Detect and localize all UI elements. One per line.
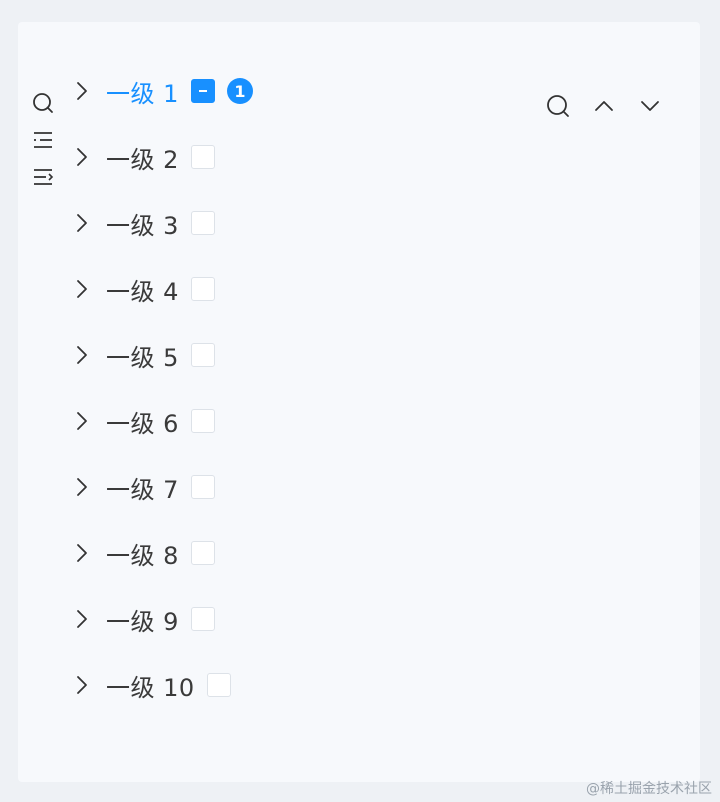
tree-node[interactable]: 一级 2 [74, 124, 253, 190]
count-badge: 1 [226, 78, 253, 104]
chevron-right-icon[interactable] [74, 213, 90, 233]
tree-node[interactable]: 一级 1 1 [74, 58, 253, 124]
tree-node-label: 一级 10 [106, 673, 195, 702]
tree-node-label: 一级 4 [106, 277, 179, 306]
chevron-right-icon[interactable] [74, 543, 90, 563]
chevron-right-icon[interactable] [74, 609, 90, 629]
node-checkbox[interactable] [190, 475, 215, 499]
tree-node-label: 一级 7 [106, 475, 179, 504]
chevron-down-icon[interactable] [636, 92, 664, 120]
tree-node[interactable]: 一级 9 [74, 586, 253, 652]
search-icon[interactable] [30, 90, 56, 116]
search-icon[interactable] [544, 92, 572, 120]
right-toolbar [544, 92, 664, 120]
tree-node[interactable]: 一级 7 [74, 454, 253, 520]
tree-panel: 一级 1 1 一级 2 一级 3 一级 4 一级 5 一级 6 一级 7 一级 … [18, 22, 700, 782]
list-indent-icon[interactable] [30, 127, 56, 153]
node-checkbox[interactable] [206, 673, 231, 697]
node-checkbox[interactable] [190, 607, 215, 631]
chevron-right-icon[interactable] [74, 477, 90, 497]
tree-node-label: 一级 5 [106, 343, 179, 372]
chevron-right-icon[interactable] [74, 345, 90, 365]
chevron-up-icon[interactable] [590, 92, 618, 120]
tree-node-label: 一级 1 [106, 79, 179, 108]
list-outdent-icon[interactable] [30, 164, 56, 190]
node-checkbox[interactable] [190, 277, 215, 301]
tree-node[interactable]: 一级 4 [74, 256, 253, 322]
chevron-right-icon[interactable] [74, 81, 90, 101]
tree-node[interactable]: 一级 3 [74, 190, 253, 256]
chevron-right-icon[interactable] [74, 279, 90, 299]
tree-node-label: 一级 3 [106, 211, 179, 240]
tree-list: 一级 1 1 一级 2 一级 3 一级 4 一级 5 一级 6 一级 7 一级 … [74, 58, 253, 718]
watermark: @稀土掘金技术社区 [586, 781, 712, 797]
tree-node-label: 一级 2 [106, 145, 179, 174]
node-checkbox[interactable] [190, 343, 215, 367]
tree-node[interactable]: 一级 5 [74, 322, 253, 388]
tree-node-label: 一级 8 [106, 541, 179, 570]
node-checkbox[interactable] [190, 409, 215, 433]
node-checkbox[interactable] [190, 79, 215, 103]
left-toolbar [30, 90, 56, 201]
tree-node-label: 一级 6 [106, 409, 179, 438]
tree-node-label: 一级 9 [106, 607, 179, 636]
tree-node[interactable]: 一级 8 [74, 520, 253, 586]
chevron-right-icon[interactable] [74, 147, 90, 167]
node-checkbox[interactable] [190, 211, 215, 235]
tree-node[interactable]: 一级 10 [74, 652, 253, 718]
node-checkbox[interactable] [190, 541, 215, 565]
chevron-right-icon[interactable] [74, 675, 90, 695]
node-checkbox[interactable] [190, 145, 215, 169]
tree-node[interactable]: 一级 6 [74, 388, 253, 454]
chevron-right-icon[interactable] [74, 411, 90, 431]
